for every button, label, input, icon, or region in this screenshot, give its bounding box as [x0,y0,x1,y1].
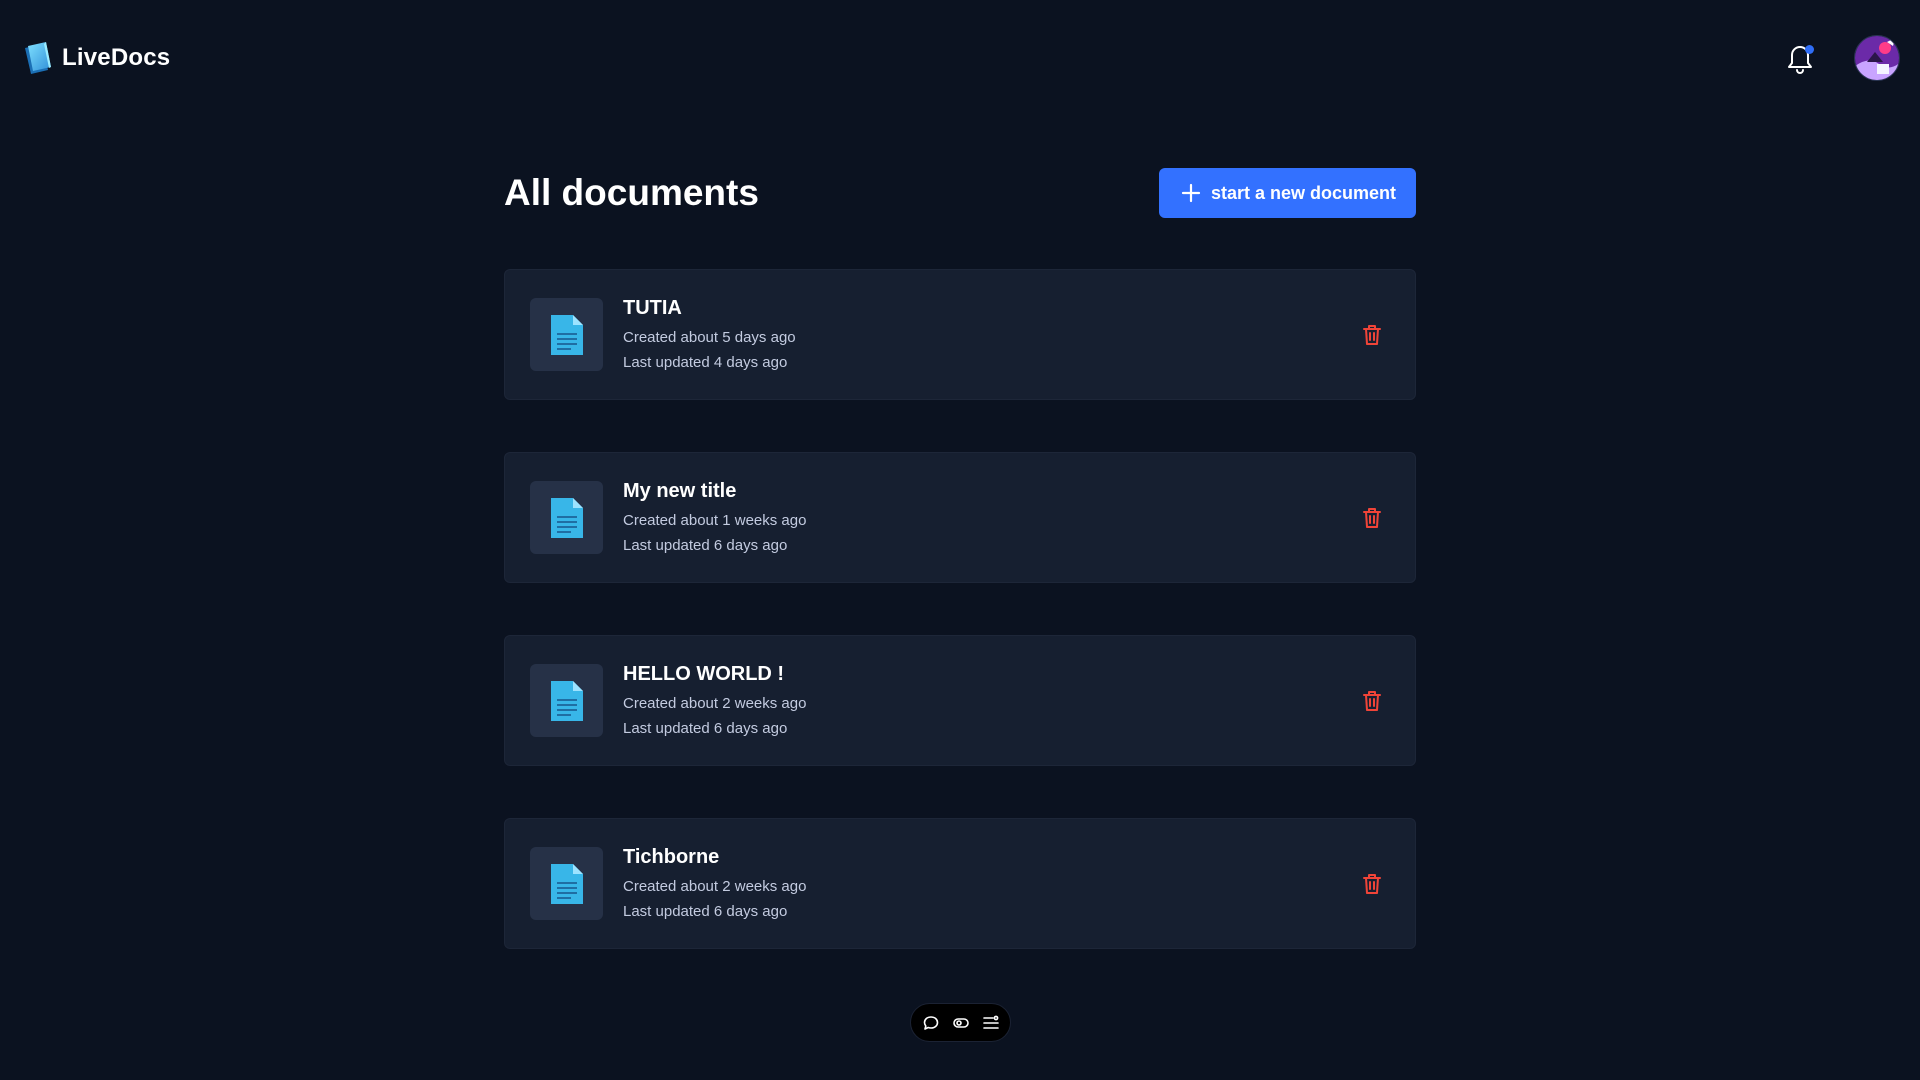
trash-icon [1363,873,1381,894]
trash-icon [1363,324,1381,345]
document-updated: Last updated 4 days ago [623,353,788,371]
document-icon [550,863,583,904]
document-info: TUTIA Created about 5 days ago Last upda… [623,295,1355,375]
document-info: My new title Created about 1 weeks ago L… [623,478,1355,558]
document-created: Created about 5 days ago [623,328,796,346]
page-title: All documents [504,172,759,213]
document-card[interactable]: HELLO WORLD ! Created about 2 weeks ago … [504,635,1416,766]
document-thumbnail [530,481,603,554]
document-icon [550,680,583,721]
livedocs-logo-icon [25,42,51,74]
document-thumbnail [530,298,603,371]
list-settings-button[interactable] [982,1014,1000,1032]
document-info: Tichborne Created about 2 weeks ago Last… [623,844,1355,924]
top-actions [1784,35,1900,81]
delete-document-button[interactable] [1355,318,1389,352]
document-card[interactable]: My new title Created about 1 weeks ago L… [504,452,1416,583]
document-icon [550,314,583,355]
documents-header: All documents start a new document [504,168,1416,218]
brand-logo-link[interactable]: LiveDocs [22,40,170,76]
document-thumbnail [530,664,603,737]
notifications-button[interactable] [1784,41,1816,75]
document-card[interactable]: TUTIA Created about 5 days ago Last upda… [504,269,1416,400]
delete-document-button[interactable] [1355,867,1389,901]
user-avatar[interactable] [1854,35,1900,81]
start-new-document-button[interactable]: start a new document [1158,168,1416,218]
unread-indicator [1805,45,1814,54]
toggle-button[interactable] [952,1014,970,1032]
document-title: My new title [623,479,737,502]
plus-icon [1181,183,1201,203]
toggle-icon [952,1017,969,1028]
document-created: Created about 2 weeks ago [623,877,807,895]
document-title: Tichborne [623,845,720,868]
document-title: TUTIA [623,296,682,319]
chat-bubble-icon [923,1015,938,1030]
document-updated: Last updated 6 days ago [623,719,788,737]
document-created: Created about 2 weeks ago [623,694,807,712]
delete-document-button[interactable] [1355,501,1389,535]
document-thumbnail [530,847,603,920]
avatar-image-icon [1855,36,1899,80]
document-info: HELLO WORLD ! Created about 2 weeks ago … [623,661,1355,741]
document-icon [550,497,583,538]
document-updated: Last updated 6 days ago [623,536,788,554]
start-new-document-label: start a new document [1210,182,1396,203]
document-created: Created about 1 weeks ago [623,511,807,529]
document-title: HELLO WORLD ! [623,662,785,685]
documents-section: All documents start a new document TUTIA… [504,168,1416,949]
comments-button[interactable] [922,1014,940,1032]
floating-toolbar [910,1003,1011,1042]
trash-icon [1363,690,1381,711]
trash-icon [1363,507,1381,528]
delete-document-button[interactable] [1355,684,1389,718]
document-updated: Last updated 6 days ago [623,902,788,920]
app-name: LiveDocs [62,44,171,71]
top-bar: LiveDocs [0,0,1920,116]
list-settings-icon [982,1015,999,1029]
document-list: TUTIA Created about 5 days ago Last upda… [504,269,1416,949]
document-card[interactable]: Tichborne Created about 2 weeks ago Last… [504,818,1416,949]
